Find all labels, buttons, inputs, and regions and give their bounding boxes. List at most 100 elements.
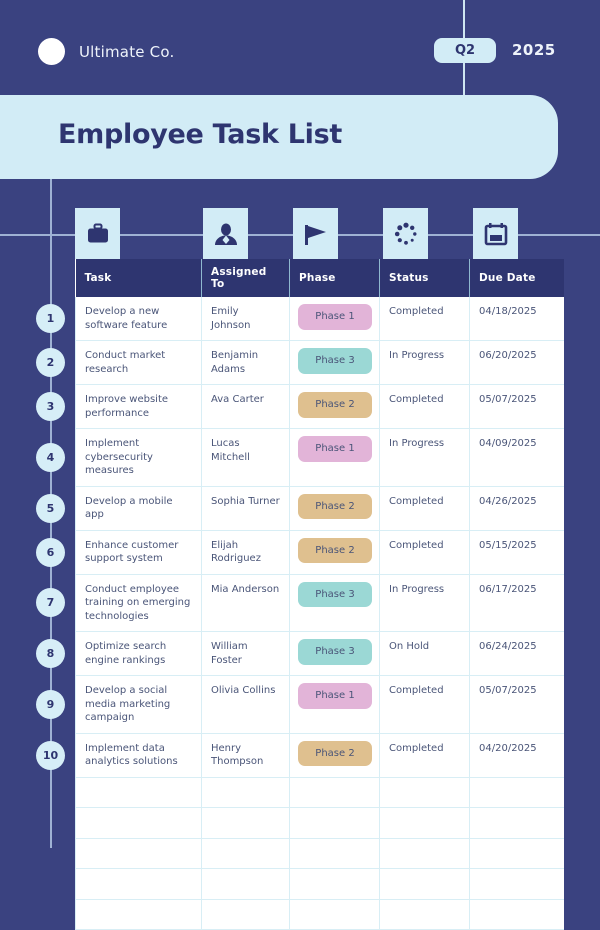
cell-due-date [469, 838, 564, 869]
cell-task: Conduct employee training on emerging te… [75, 574, 202, 632]
cell-assigned-to [201, 807, 290, 839]
cell-due-date: 04/09/2025 [469, 428, 564, 487]
cell-due-date: 04/20/2025 [469, 733, 564, 778]
cell-assigned-to: Olivia Collins [201, 675, 290, 734]
cell-task: Implement cybersecurity measures [75, 428, 202, 487]
table-row-empty[interactable] [75, 868, 564, 900]
cell-assigned-to [201, 899, 290, 930]
phase-badge[interactable]: Phase 1 [298, 683, 372, 709]
table-row[interactable]: Optimize search engine rankings William F… [75, 631, 564, 676]
table-row[interactable]: Develop a social media marketing campaig… [75, 675, 564, 734]
table-row[interactable]: Conduct employee training on emerging te… [75, 574, 564, 632]
table-row-empty[interactable] [75, 899, 564, 930]
cell-phase: Phase 2 [289, 486, 380, 531]
cell-assigned-to: Henry Thompson [201, 733, 290, 778]
cell-phase [289, 807, 380, 839]
column-header-phase[interactable]: Phase [289, 259, 380, 297]
phase-badge[interactable]: Phase 2 [298, 740, 372, 766]
person-icon-tab [203, 208, 248, 260]
phase-badge[interactable]: Phase 3 [298, 581, 372, 607]
column-header-status[interactable]: Status [379, 259, 470, 297]
table-row[interactable]: Enhance customer support system Elijah Ro… [75, 530, 564, 575]
row-number-badge: 2 [36, 348, 65, 377]
row-number-badge: 7 [36, 588, 65, 618]
table-row[interactable]: Develop a new software feature Emily John… [75, 297, 564, 341]
row-number-badge: 10 [36, 740, 65, 770]
table-row[interactable]: Develop a mobile app Sophia Turner Phase 2… [75, 486, 564, 531]
table-row-empty[interactable] [75, 777, 564, 808]
row-number-badge: 8 [36, 639, 65, 668]
cell-due-date [469, 777, 564, 808]
phase-badge[interactable]: Phase 2 [298, 392, 372, 418]
cell-due-date: 05/15/2025 [469, 530, 564, 575]
cell-task [75, 838, 202, 869]
cell-phase: Phase 2 [289, 733, 380, 778]
cell-status: Completed [379, 733, 470, 778]
phase-badge[interactable]: Phase 3 [298, 639, 372, 665]
row-number-badge: 3 [36, 392, 65, 421]
column-header-assigned-to[interactable]: Assigned To [201, 259, 290, 297]
table-row[interactable]: Implement cybersecurity measures Lucas Mi… [75, 428, 564, 487]
cell-due-date: 06/24/2025 [469, 631, 564, 676]
cell-phase: Phase 1 [289, 297, 380, 341]
flag-icon-tab [293, 208, 338, 260]
year-label: 2025 [512, 41, 556, 59]
task-table: Task Assigned To Phase Status Due Date D… [75, 259, 564, 930]
table-row[interactable]: Implement data analytics solutions Henry … [75, 733, 564, 778]
cell-phase: Phase 3 [289, 574, 380, 632]
cell-task [75, 899, 202, 930]
quarter-badge[interactable]: Q2 [434, 38, 496, 63]
cell-phase [289, 838, 380, 869]
cell-task: Enhance customer support system [75, 530, 202, 575]
cell-due-date [469, 868, 564, 900]
table-row-empty[interactable] [75, 838, 564, 869]
task-table-body: Develop a new software feature Emily John… [75, 297, 564, 930]
page-title: Employee Task List [58, 119, 342, 150]
cell-assigned-to [201, 868, 290, 900]
spinner-icon [394, 222, 418, 246]
cell-assigned-to: Ava Carter [201, 384, 290, 429]
flag-icon [303, 223, 328, 246]
column-header-task[interactable]: Task [75, 259, 202, 297]
cell-due-date: 06/17/2025 [469, 574, 564, 632]
column-header-due-date[interactable]: Due Date [469, 259, 564, 297]
cell-assigned-to: Mia Anderson [201, 574, 290, 632]
task-table-container: Task Assigned To Phase Status Due Date D… [75, 259, 564, 930]
phase-badge[interactable]: Phase 3 [298, 348, 372, 374]
phase-badge[interactable]: Phase 1 [298, 304, 372, 330]
phase-badge[interactable]: Phase 1 [298, 436, 372, 462]
cell-task [75, 868, 202, 900]
circle-logo-icon [38, 38, 65, 65]
cell-status: Completed [379, 675, 470, 734]
cell-status [379, 838, 470, 869]
cell-status: In Progress [379, 428, 470, 487]
table-row-empty[interactable] [75, 807, 564, 839]
cell-status [379, 899, 470, 930]
cell-phase: Phase 1 [289, 428, 380, 487]
cell-phase: Phase 1 [289, 675, 380, 734]
cell-assigned-to: Benjamin Adams [201, 340, 290, 385]
row-number-badge: 9 [36, 689, 65, 719]
cell-assigned-to: Emily Johnson [201, 297, 290, 341]
cell-status: Completed [379, 486, 470, 531]
row-number-badge: 6 [36, 537, 65, 567]
table-row[interactable]: Conduct market research Benjamin Adams Pha… [75, 340, 564, 385]
cell-status: Completed [379, 297, 470, 341]
cell-phase [289, 868, 380, 900]
phase-badge[interactable]: Phase 2 [298, 493, 372, 519]
cell-phase [289, 777, 380, 808]
phase-badge[interactable]: Phase 2 [298, 537, 372, 563]
cell-task: Optimize search engine rankings [75, 631, 202, 676]
cell-due-date: 04/18/2025 [469, 297, 564, 341]
cell-status [379, 807, 470, 839]
cell-due-date: 04/26/2025 [469, 486, 564, 531]
cell-assigned-to: Elijah Rodriguez [201, 530, 290, 575]
calendar-icon-tab [473, 208, 518, 260]
table-row[interactable]: Improve website performance Ava Carter Pha… [75, 384, 564, 429]
cell-phase: Phase 3 [289, 340, 380, 385]
cell-task [75, 777, 202, 808]
row-number-badge: 5 [36, 493, 65, 523]
cell-status: On Hold [379, 631, 470, 676]
cell-task [75, 807, 202, 839]
person-icon [214, 223, 238, 246]
